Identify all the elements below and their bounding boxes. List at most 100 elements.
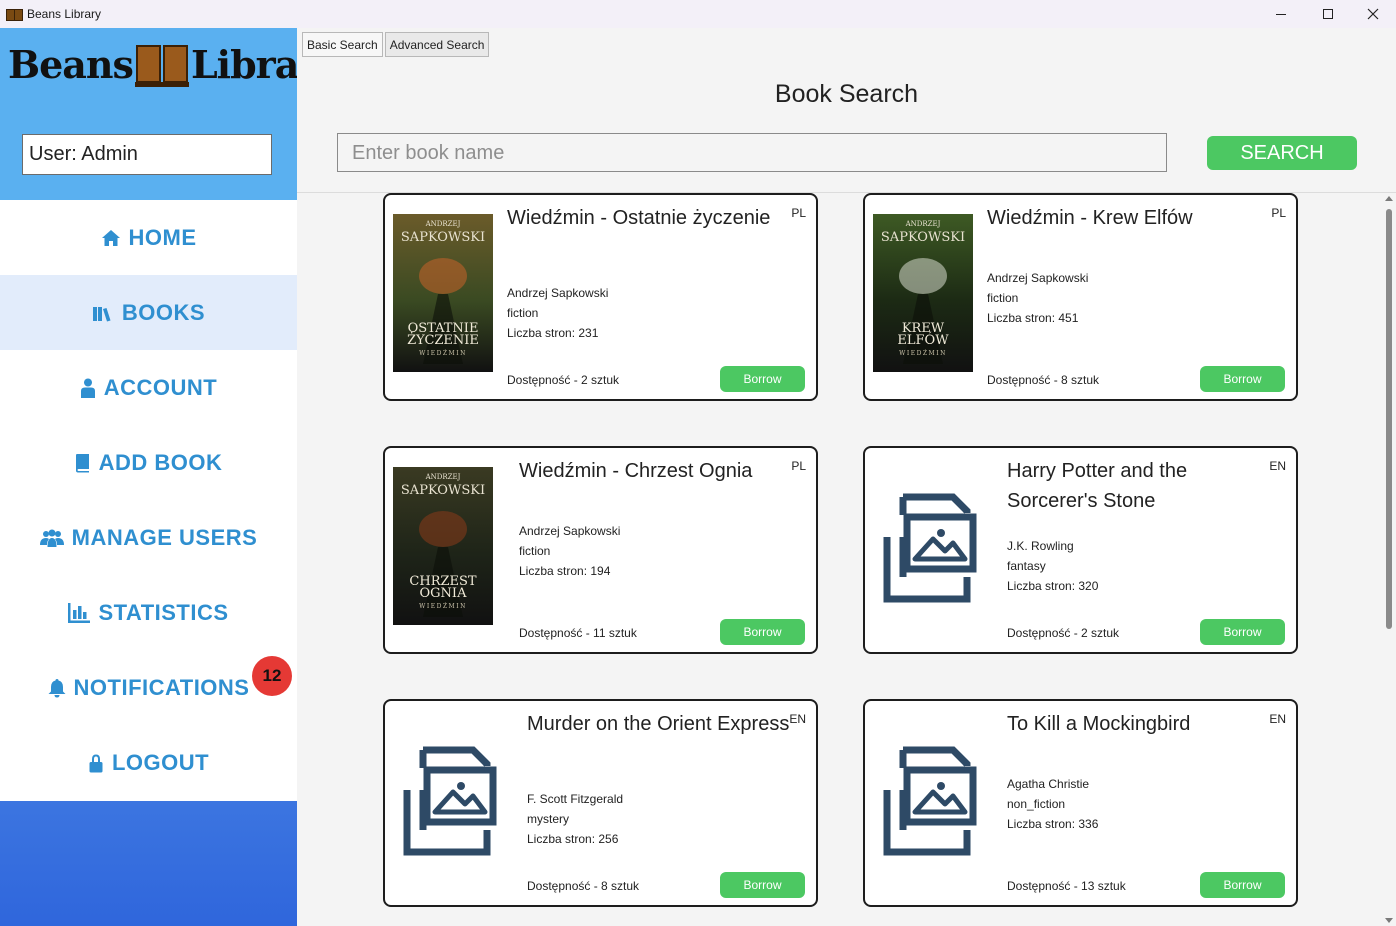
book-language: PL bbox=[1271, 206, 1286, 220]
book-author: F. Scott Fitzgerald bbox=[527, 792, 624, 806]
book-card: EN Murder on the Orient Express F. Scott… bbox=[383, 699, 818, 907]
book-availability: Dostępność - 11 sztuk bbox=[519, 626, 637, 640]
borrow-button[interactable]: Borrow bbox=[1200, 619, 1285, 645]
book-title[interactable]: Wiedźmin - Chrzest Ognia bbox=[519, 456, 789, 486]
minimize-icon bbox=[1276, 13, 1286, 15]
nav-manage-users[interactable]: MANAGE USERS bbox=[0, 500, 297, 575]
cover-text: OGNIA bbox=[420, 586, 468, 601]
scrollbar-thumb[interactable] bbox=[1386, 209, 1392, 629]
book-pages: Liczba stron: 336 bbox=[1007, 817, 1099, 831]
search-tabs: Basic Search Advanced Search bbox=[302, 32, 491, 57]
book-availability: Dostępność - 2 sztuk bbox=[507, 373, 620, 387]
lock-icon bbox=[88, 753, 104, 773]
users-icon bbox=[39, 529, 64, 547]
cover-text: WIEDŹMIN bbox=[419, 602, 467, 610]
page-title: Book Search bbox=[774, 80, 919, 108]
book-meta: Agatha Christie non_fiction Liczba stron… bbox=[1007, 774, 1098, 834]
cover-text: SAPKOWSKI bbox=[881, 230, 965, 245]
book-title[interactable]: Harry Potter and the Sorcerer's Stone bbox=[1007, 456, 1277, 516]
borrow-button[interactable]: Borrow bbox=[720, 872, 805, 898]
nav-books-label: BOOKS bbox=[121, 299, 206, 325]
image-placeholder-icon bbox=[883, 746, 977, 856]
nav-home[interactable]: HOME bbox=[0, 200, 297, 275]
bell-icon bbox=[48, 678, 66, 698]
sidebar-footer bbox=[0, 801, 297, 926]
cover-text: WIEDŹMIN bbox=[419, 349, 467, 357]
maximize-button[interactable] bbox=[1305, 0, 1351, 28]
cover-text: ANDRZEJ bbox=[905, 220, 941, 228]
book-card: ANDRZEJ SAPKOWSKI KREW ELFÓW WIEDŹMIN PL… bbox=[863, 193, 1298, 401]
image-placeholder-icon bbox=[403, 746, 497, 856]
cover-text: SAPKOWSKI bbox=[401, 230, 485, 245]
book-icon bbox=[75, 453, 91, 473]
notification-count-badge: 12 bbox=[252, 656, 292, 696]
scroll-up-arrow-icon[interactable] bbox=[1385, 196, 1393, 201]
book-pages: Liczba stron: 320 bbox=[1007, 579, 1099, 593]
results-scrollbar[interactable] bbox=[1382, 193, 1396, 926]
cover-text: ŻYCZENIE bbox=[407, 331, 479, 348]
book-author: Andrzej Sapkowski bbox=[987, 271, 1089, 285]
book-card: EN To Kill a Mockingbird Agatha Christie… bbox=[863, 699, 1298, 907]
book-cover-image: ANDRZEJ SAPKOWSKI OSTATNIE ŻYCZENIE WIED… bbox=[393, 214, 493, 372]
window-titlebar: Beans Library bbox=[0, 0, 1396, 28]
book-card: ANDRZEJ SAPKOWSKI CHRZEST OGNIA WIEDŹMIN… bbox=[383, 446, 818, 654]
cover-text: WIEDŹMIN bbox=[899, 349, 947, 357]
image-placeholder-icon bbox=[883, 493, 977, 603]
sidebar: Beans Library User: Admin HOME BOOKS ACC… bbox=[0, 28, 339, 926]
book-language: PL bbox=[791, 206, 806, 220]
borrow-button[interactable]: Borrow bbox=[1200, 366, 1285, 392]
nav-notifications-label: NOTIFICATIONS bbox=[73, 674, 250, 700]
app-logo: Beans Library bbox=[8, 42, 339, 87]
book-availability: Dostępność - 8 sztuk bbox=[527, 879, 640, 893]
book-card: EN Harry Potter and the Sorcerer's Stone… bbox=[863, 446, 1298, 654]
logo-text-left: Beans bbox=[8, 42, 134, 87]
nav-logout-label: LOGOUT bbox=[111, 749, 210, 775]
nav-logout[interactable]: LOGOUT bbox=[0, 725, 297, 800]
book-cover-image: ANDRZEJ SAPKOWSKI KREW ELFÓW WIEDŹMIN bbox=[873, 214, 973, 372]
maximize-icon bbox=[1323, 9, 1333, 19]
book-title[interactable]: Wiedźmin - Ostatnie życzenie bbox=[507, 203, 777, 233]
book-title[interactable]: Murder on the Orient Express bbox=[527, 709, 797, 739]
book-cover-image: ANDRZEJ SAPKOWSKI CHRZEST OGNIA WIEDŹMIN bbox=[393, 467, 493, 625]
search-button[interactable]: SEARCH bbox=[1207, 136, 1357, 170]
logo-book-icon bbox=[134, 43, 189, 87]
close-button[interactable] bbox=[1350, 0, 1396, 28]
minimize-button[interactable] bbox=[1258, 0, 1304, 28]
person-icon bbox=[80, 378, 96, 398]
cover-text: SAPKOWSKI bbox=[401, 483, 485, 498]
book-language: PL bbox=[791, 459, 806, 473]
tab-advanced-search[interactable]: Advanced Search bbox=[384, 32, 490, 57]
book-pages: Liczba stron: 194 bbox=[519, 564, 611, 578]
book-meta: J.K. Rowling fantasy Liczba stron: 320 bbox=[1007, 536, 1098, 596]
tab-basic-search[interactable]: Basic Search bbox=[302, 32, 383, 57]
book-pages: Liczba stron: 231 bbox=[507, 326, 599, 340]
borrow-button[interactable]: Borrow bbox=[720, 366, 805, 392]
cover-text: ANDRZEJ bbox=[425, 473, 461, 481]
sidebar-header: Beans Library User: Admin bbox=[0, 28, 339, 200]
book-availability: Dostępność - 2 sztuk bbox=[1007, 626, 1120, 640]
book-search-input[interactable]: Enter book name bbox=[337, 133, 1167, 172]
scroll-down-arrow-icon[interactable] bbox=[1385, 918, 1393, 923]
nav-add-book-label: ADD BOOK bbox=[98, 449, 223, 475]
nav-notifications[interactable]: NOTIFICATIONS bbox=[0, 650, 297, 725]
book-author: J.K. Rowling bbox=[1007, 539, 1074, 553]
nav-books[interactable]: BOOKS bbox=[0, 275, 297, 350]
book-pages: Liczba stron: 256 bbox=[527, 832, 619, 846]
book-title[interactable]: To Kill a Mockingbird bbox=[1007, 709, 1277, 739]
current-user-field: User: Admin bbox=[22, 134, 272, 175]
nav-account[interactable]: ACCOUNT bbox=[0, 350, 297, 425]
close-icon bbox=[1367, 8, 1379, 20]
nav-add-book[interactable]: ADD BOOK bbox=[0, 425, 297, 500]
book-availability: Dostępność - 8 sztuk bbox=[987, 373, 1100, 387]
book-meta: Andrzej Sapkowski fiction Liczba stron: … bbox=[519, 521, 620, 581]
book-author: Andrzej Sapkowski bbox=[519, 524, 621, 538]
book-genre: mystery bbox=[527, 812, 569, 826]
book-title[interactable]: Wiedźmin - Krew Elfów bbox=[987, 203, 1257, 233]
books-icon bbox=[92, 304, 114, 322]
nav-statistics[interactable]: STATISTICS bbox=[0, 575, 297, 650]
chart-icon bbox=[68, 602, 91, 623]
home-icon bbox=[101, 229, 121, 247]
book-genre: fantasy bbox=[1007, 559, 1046, 573]
borrow-button[interactable]: Borrow bbox=[1200, 872, 1285, 898]
borrow-button[interactable]: Borrow bbox=[720, 619, 805, 645]
